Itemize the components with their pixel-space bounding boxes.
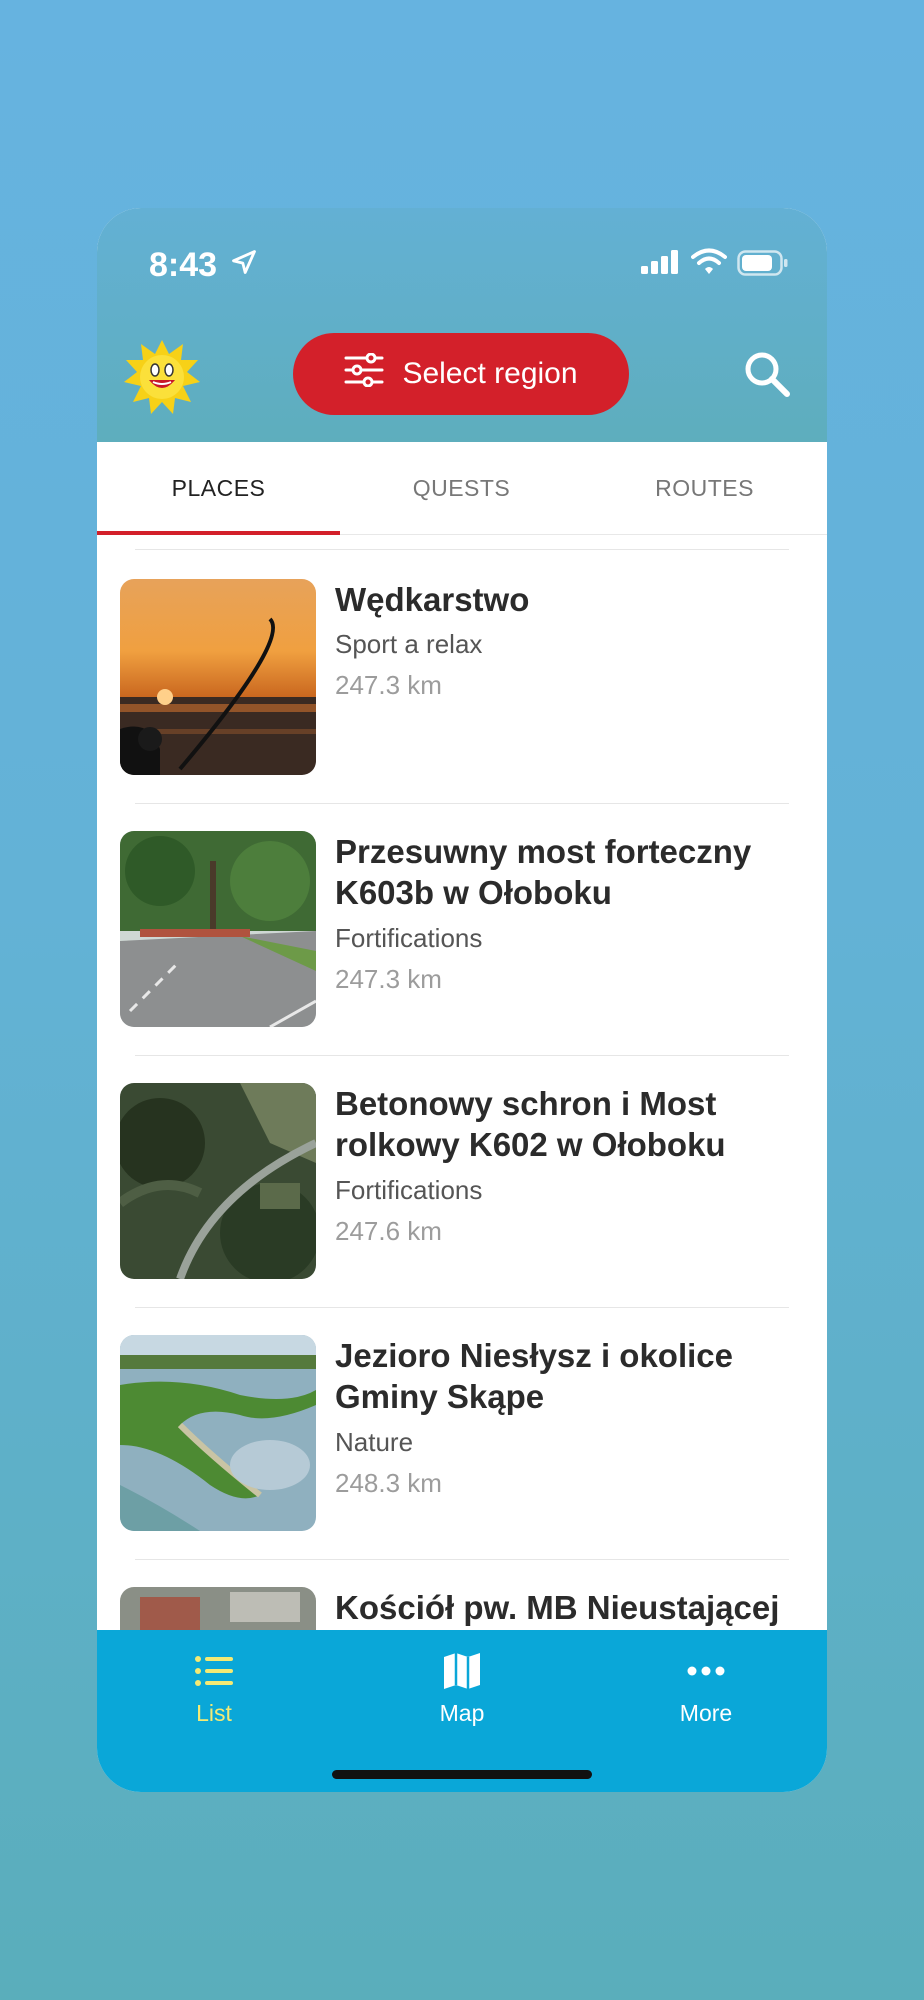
nav-map-label: Map bbox=[439, 1700, 485, 1726]
nav-list-label: List bbox=[196, 1700, 232, 1726]
place-distance: 248.3 km bbox=[335, 1468, 442, 1498]
bottom-nav-bar: List Map More bbox=[97, 1630, 827, 1792]
place-title: Betonowy schron i Most rolkowy K602 w Oł… bbox=[335, 1085, 726, 1163]
home-indicator[interactable] bbox=[332, 1770, 592, 1779]
nav-map-button[interactable]: Map bbox=[382, 1650, 542, 1727]
fishing-sunset-photo bbox=[120, 579, 316, 775]
list-divider bbox=[135, 803, 789, 804]
road-bridge-photo bbox=[120, 831, 316, 1027]
cellular-signal-icon bbox=[641, 250, 681, 279]
list-item[interactable]: Betonowy schron i Most rolkowy K602 w Oł… bbox=[97, 1083, 827, 1335]
places-list[interactable]: Wędkarstwo Sport a relax 247.3 km Przesu… bbox=[97, 535, 827, 1792]
place-title: Wędkarstwo bbox=[335, 581, 530, 618]
place-category: Sport a relax bbox=[335, 629, 483, 659]
aerial-forest-photo bbox=[120, 1083, 316, 1279]
list-icon bbox=[134, 1650, 294, 1692]
aerial-lake-photo bbox=[120, 1335, 316, 1531]
place-title: Jezioro Niesłysz i okolice Gminy Skąpe bbox=[335, 1337, 733, 1415]
more-icon bbox=[626, 1650, 786, 1692]
place-distance: 247.3 km bbox=[335, 670, 442, 700]
tab-routes[interactable]: ROUTES bbox=[583, 442, 826, 534]
select-region-label: Select region bbox=[402, 357, 578, 390]
select-region-button[interactable]: Select region bbox=[293, 333, 629, 415]
place-category: Nature bbox=[335, 1427, 414, 1457]
place-distance: 247.6 km bbox=[335, 1216, 442, 1246]
nav-more-button[interactable]: More bbox=[626, 1650, 786, 1727]
list-divider bbox=[135, 1307, 789, 1308]
tab-places[interactable]: PLACES bbox=[97, 442, 340, 535]
list-divider bbox=[135, 1559, 789, 1560]
map-icon bbox=[382, 1650, 542, 1692]
list-item[interactable]: Przesuwny most forteczny K603b w Ołoboku… bbox=[97, 831, 827, 1083]
list-item[interactable]: Wędkarstwo Sport a relax 247.3 km bbox=[97, 579, 827, 831]
nav-list-button[interactable]: List bbox=[134, 1650, 294, 1727]
place-title: Kościół pw. MB Nieustającej bbox=[335, 1589, 780, 1626]
filter-sliders-icon bbox=[344, 352, 384, 395]
tab-quests[interactable]: QUESTS bbox=[340, 442, 583, 534]
place-title: Przesuwny most forteczny K603b w Ołoboku bbox=[335, 833, 752, 911]
tab-places-label: PLACES bbox=[171, 474, 266, 501]
sun-logo-icon[interactable] bbox=[123, 338, 201, 421]
wifi-icon bbox=[691, 248, 727, 281]
search-icon[interactable] bbox=[743, 350, 791, 403]
list-item[interactable]: Jezioro Niesłysz i okolice Gminy Skąpe N… bbox=[97, 1335, 827, 1587]
nav-more-label: More bbox=[679, 1700, 733, 1726]
status-time: 8:43 bbox=[149, 246, 218, 284]
place-category: Fortifications bbox=[335, 1175, 483, 1205]
place-category: Fortifications bbox=[335, 923, 483, 953]
tab-routes-label: ROUTES bbox=[655, 474, 754, 501]
location-arrow-icon bbox=[230, 248, 258, 281]
list-divider bbox=[135, 1055, 789, 1056]
tab-quests-label: QUESTS bbox=[412, 474, 511, 501]
battery-icon bbox=[737, 250, 789, 281]
list-divider bbox=[135, 549, 789, 550]
app-screen: 8:43 Select region PLACES QUESTS ROUTES … bbox=[97, 208, 827, 1792]
header-bar: 8:43 Select region bbox=[97, 208, 827, 442]
place-distance: 247.3 km bbox=[335, 964, 442, 994]
tab-bar: PLACES QUESTS ROUTES bbox=[97, 442, 827, 535]
